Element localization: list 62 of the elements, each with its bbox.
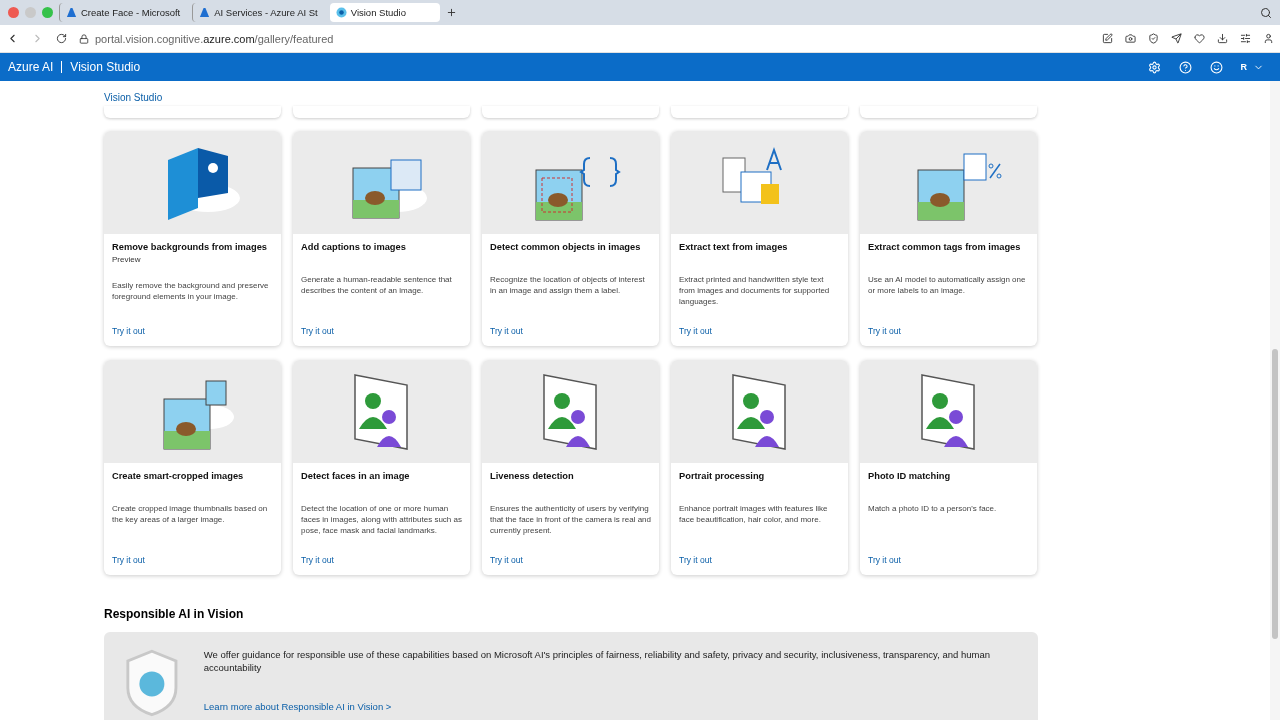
card-description: Generate a human-readable sentence that describes the content of an image. bbox=[301, 275, 453, 297]
shield-globe-icon bbox=[124, 648, 180, 718]
camera-icon[interactable] bbox=[1125, 33, 1136, 44]
card-title: Detect faces in an image bbox=[301, 471, 410, 481]
section-heading: Responsible AI in Vision bbox=[104, 607, 244, 621]
help-icon[interactable] bbox=[1178, 60, 1192, 74]
new-tab-button[interactable] bbox=[445, 7, 457, 18]
smiley-icon[interactable] bbox=[1209, 60, 1223, 74]
card-description: Easily remove the background and preserve foreground elements in your image. bbox=[112, 281, 270, 303]
card-description: Enhance portrait images with features like face beautification, hair color, and more. bbox=[679, 504, 829, 526]
profile-icon[interactable] bbox=[1263, 33, 1274, 44]
card-title: Remove backgrounds from images bbox=[112, 242, 267, 252]
card-title: Photo ID matching bbox=[868, 471, 951, 481]
card-description: Detect the location of one or more human faces in images, along with attributes such as pose, face mask and facial landmarks. bbox=[301, 504, 462, 537]
search-icon[interactable] bbox=[1260, 6, 1272, 19]
try-it-out-link[interactable]: Try it out bbox=[112, 555, 145, 565]
try-it-out-link[interactable]: Try it out bbox=[679, 326, 712, 336]
card-title: Create smart-cropped images bbox=[112, 471, 244, 481]
shield-icon[interactable] bbox=[1148, 33, 1159, 44]
card-description: Create cropped image thumbnails based on the key areas of a larger image. bbox=[112, 504, 269, 526]
address-field[interactable]: portal.vision.cognitive.azure.com/gallery/featured bbox=[79, 32, 1090, 45]
sliders-icon[interactable] bbox=[1240, 33, 1251, 44]
try-it-out-link[interactable]: Try it out bbox=[112, 326, 145, 336]
try-it-out-link[interactable]: Try it out bbox=[679, 555, 712, 565]
settings-icon[interactable] bbox=[1147, 60, 1161, 74]
reload-icon[interactable] bbox=[56, 33, 67, 44]
lock-icon bbox=[79, 33, 89, 44]
breadcrumb-link[interactable]: Vision Studio bbox=[104, 92, 163, 106]
send-icon[interactable] bbox=[1171, 33, 1182, 44]
try-it-out-link[interactable]: Try it out bbox=[490, 555, 523, 565]
card-description: Recognize the location of objects of interest in an image and assign them a label. bbox=[490, 275, 646, 297]
download-icon[interactable] bbox=[1217, 33, 1228, 44]
edit-icon[interactable] bbox=[1102, 33, 1113, 44]
card-description: Match a photo ID to a person's face. bbox=[868, 504, 998, 515]
card-title: Extract text from images bbox=[679, 242, 788, 252]
learn-more-link[interactable]: Learn more about Responsible AI in Vision > bbox=[203, 700, 392, 712]
card-description: Ensures the authenticity of users by verifying that the face in front of the camera is real and currently present. bbox=[490, 504, 651, 537]
card-title: Add captions to images bbox=[301, 242, 406, 252]
browser-tab[interactable]: Vision Studio bbox=[329, 3, 440, 22]
card-title: Portrait processing bbox=[679, 471, 765, 481]
try-it-out-link[interactable]: Try it out bbox=[868, 326, 901, 336]
scrollbar-thumb[interactable] bbox=[1272, 349, 1278, 639]
triangle-logo-icon bbox=[66, 7, 77, 18]
try-it-out-link[interactable]: Try it out bbox=[301, 555, 334, 565]
eye-logo-icon bbox=[335, 7, 347, 18]
account-menu-button[interactable]: R bbox=[1240, 61, 1264, 73]
preview-label: Preview bbox=[112, 255, 142, 264]
browser-tab[interactable]: Create Face - Microsoft bbox=[59, 3, 187, 22]
card-description: Extract printed and handwritten style text from images and documents for supported languages. bbox=[679, 275, 831, 308]
triangle-logo-icon bbox=[199, 7, 211, 18]
card-title: Liveness detection bbox=[490, 471, 574, 481]
responsible-ai-text: We offer guidance for responsible use of these capabilities based on Microsoft AI's principles of fairness, reliability and safety, privacy and security, inclusiveness, transparency, and human accountability bbox=[203, 648, 991, 675]
heart-icon[interactable] bbox=[1194, 33, 1205, 44]
card-title: Detect common objects in images bbox=[490, 242, 641, 252]
product-name[interactable]: Vision Studio bbox=[70, 60, 141, 74]
try-it-out-link[interactable]: Try it out bbox=[868, 555, 901, 565]
card-description: Use an AI model to automatically assign one or more labels to an image. bbox=[868, 275, 1027, 297]
try-it-out-link[interactable]: Try it out bbox=[301, 326, 334, 336]
brand-name[interactable]: Azure AI bbox=[8, 60, 54, 74]
browser-tab[interactable]: AI Services - Azure AI St bbox=[192, 3, 324, 22]
try-it-out-link[interactable]: Try it out bbox=[490, 326, 523, 336]
card-title: Extract common tags from images bbox=[868, 242, 1021, 252]
